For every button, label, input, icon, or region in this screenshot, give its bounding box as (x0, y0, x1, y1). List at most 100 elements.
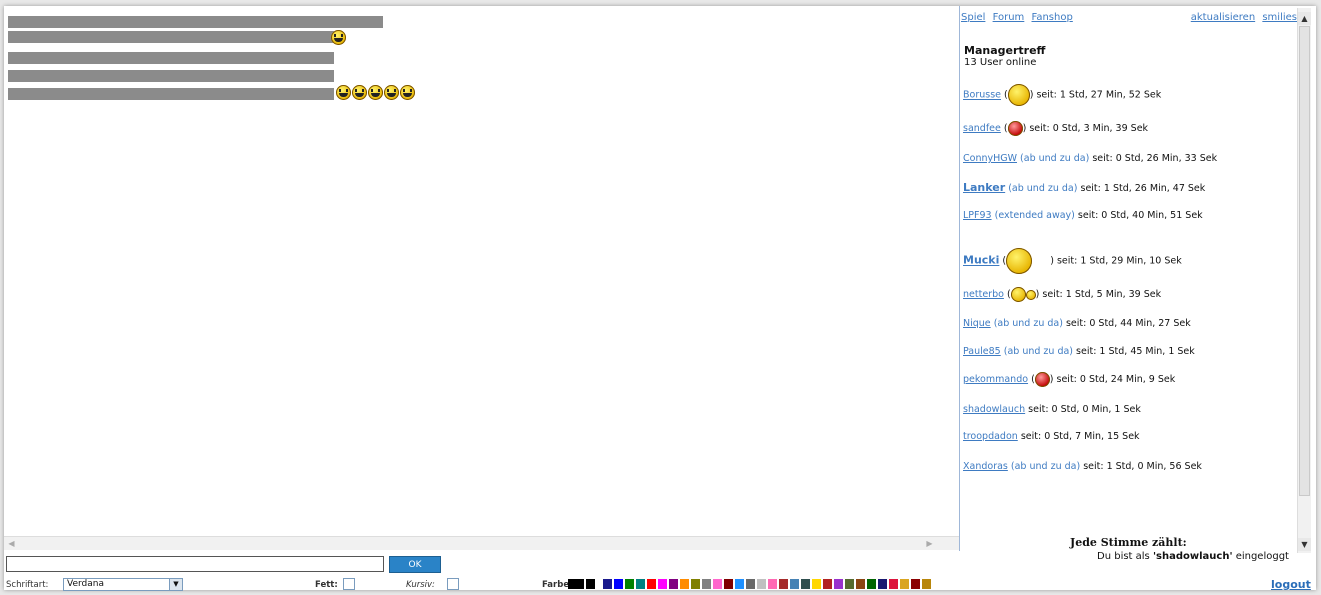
chat-message-redacted (8, 70, 334, 82)
color-swatch[interactable] (680, 579, 689, 589)
color-swatch[interactable] (724, 579, 733, 589)
color-swatch[interactable] (636, 579, 645, 589)
online-since: seit: 1 Std, 26 Min, 47 Sek (1080, 183, 1206, 194)
color-swatch[interactable] (878, 579, 887, 589)
smiley-icon (1007, 121, 1023, 136)
color-swatch[interactable] (614, 579, 623, 589)
chat-message-area: ◀ ▶ (4, 6, 959, 550)
user-entry: Mucki ( ) seit: 1 Std, 29 Min, 10 Sek (963, 248, 1182, 274)
color-swatch[interactable] (669, 579, 678, 589)
bold-checkbox[interactable] (343, 578, 355, 590)
username-link[interactable]: Nique (963, 318, 991, 329)
scroll-left-arrow-icon[interactable]: ◀ (6, 538, 17, 549)
username-link[interactable]: Mucki (963, 254, 999, 267)
color-swatch[interactable] (625, 579, 634, 589)
user-status: (ab und zu da) (1020, 153, 1090, 164)
user-list-scrollbar[interactable]: ▲ ▼ (1297, 8, 1311, 553)
logged-in-username: 'shadowlauch' (1152, 551, 1233, 562)
username-link[interactable]: pekommando (963, 374, 1028, 385)
smiley-icon (1010, 287, 1026, 302)
color-swatch[interactable] (691, 579, 700, 589)
online-since: seit: 0 Std, 44 Min, 27 Sek (1065, 318, 1191, 329)
link-smilies[interactable]: smilies (1262, 12, 1297, 23)
color-swatch[interactable] (779, 579, 788, 589)
smiley-icon (336, 85, 351, 100)
color-swatch[interactable] (603, 579, 612, 589)
color-swatch[interactable] (746, 579, 755, 589)
username-link[interactable]: netterbo (963, 289, 1004, 300)
font-label: Schriftart: (6, 580, 49, 590)
link-forum[interactable]: Forum (993, 12, 1025, 23)
color-swatch[interactable] (922, 579, 931, 589)
user-entry: Xandoras (ab und zu da) seit: 1 Std, 0 M… (963, 461, 1202, 472)
smiley-icon (384, 85, 399, 100)
scroll-right-arrow-icon[interactable]: ▶ (924, 538, 935, 549)
username-link[interactable]: ConnyHGW (963, 153, 1017, 164)
color-swatch[interactable] (658, 579, 667, 589)
user-entry: Paule85 (ab und zu da) seit: 1 Std, 45 M… (963, 346, 1195, 357)
username-link[interactable]: shadowlauch (963, 404, 1025, 415)
smiley-icon (1007, 84, 1030, 106)
user-status: (ab und zu da) (1003, 346, 1074, 357)
link-fanshop[interactable]: Fanshop (1032, 12, 1073, 23)
color-swatch[interactable] (702, 579, 711, 589)
color-swatch[interactable] (889, 579, 898, 589)
username-link[interactable]: troopdadon (963, 431, 1018, 442)
formatting-controls: Schriftart: Verdana ▼ Fett: Kursiv: Farb… (6, 578, 966, 592)
panel-divider (959, 6, 960, 551)
italic-label: Kursiv: (406, 580, 435, 590)
username-link[interactable]: LPF93 (963, 210, 992, 221)
username-link[interactable]: Xandoras (963, 461, 1008, 472)
color-swatch[interactable] (647, 579, 656, 589)
logout-link[interactable]: logout (1271, 578, 1311, 591)
color-swatch[interactable] (845, 579, 854, 589)
online-since: seit: 0 Std, 7 Min, 15 Sek (1020, 431, 1140, 442)
username-link[interactable]: Borusse (963, 90, 1001, 101)
username-link[interactable]: Lanker (963, 181, 1005, 194)
color-swatch[interactable] (812, 579, 821, 589)
username-link[interactable]: sandfee (963, 123, 1001, 134)
color-swatch[interactable] (768, 579, 777, 589)
color-swatch[interactable] (790, 579, 799, 589)
message-input[interactable] (6, 556, 384, 572)
color-swatch[interactable] (911, 579, 920, 589)
online-since: seit: 1 Std, 45 Min, 1 Sek (1076, 346, 1195, 357)
logged-in-prefix: Du bist als (1097, 551, 1153, 562)
color-swatch[interactable] (801, 579, 810, 589)
color-swatch[interactable] (856, 579, 865, 589)
color-swatch[interactable] (586, 579, 595, 589)
chevron-down-icon[interactable]: ▼ (169, 579, 182, 590)
user-entry: Borusse () seit: 1 Std, 27 Min, 52 Sek (963, 84, 1161, 106)
online-since: seit: 0 Std, 24 Min, 9 Sek (1056, 374, 1176, 385)
italic-checkbox[interactable] (447, 578, 459, 590)
username-link[interactable]: Paule85 (963, 346, 1001, 357)
smiley-icon (400, 85, 415, 100)
link-aktualisieren[interactable]: aktualisieren (1191, 12, 1255, 23)
color-swatch[interactable] (900, 579, 909, 589)
send-ok-button[interactable]: OK (389, 556, 441, 573)
chat-horizontal-scrollbar[interactable]: ◀ ▶ (4, 536, 959, 550)
scroll-up-arrow-icon[interactable]: ▲ (1298, 12, 1311, 25)
user-entry: Nique (ab und zu da) seit: 0 Std, 44 Min… (963, 318, 1191, 329)
color-swatch[interactable] (713, 579, 722, 589)
link-spiel[interactable]: Spiel (961, 12, 985, 23)
logged-in-status: Du bist als 'shadowlauch' eingeloggt (1097, 551, 1289, 562)
online-since: seit: 1 Std, 29 Min, 10 Sek (1056, 255, 1182, 267)
color-swatch[interactable] (568, 579, 584, 589)
logged-in-suffix: eingeloggt (1232, 551, 1289, 562)
scroll-down-arrow-icon[interactable]: ▼ (1298, 538, 1311, 551)
font-select[interactable]: Verdana ▼ (63, 578, 183, 591)
color-swatch[interactable] (823, 579, 832, 589)
user-status: (ab und zu da) (1010, 461, 1081, 472)
color-swatch[interactable] (834, 579, 843, 589)
chat-message-redacted (8, 31, 334, 43)
smiley-icon (368, 85, 383, 100)
color-swatch[interactable] (735, 579, 744, 589)
online-since: seit: 1 Std, 5 Min, 39 Sek (1042, 289, 1162, 300)
user-status: (ab und zu da) (1008, 183, 1078, 194)
color-swatch[interactable] (867, 579, 876, 589)
scrollbar-thumb[interactable] (1299, 26, 1310, 496)
smiley-icon (1034, 372, 1050, 387)
user-entry: sandfee () seit: 0 Std, 3 Min, 39 Sek (963, 121, 1149, 136)
color-swatch[interactable] (757, 579, 766, 589)
